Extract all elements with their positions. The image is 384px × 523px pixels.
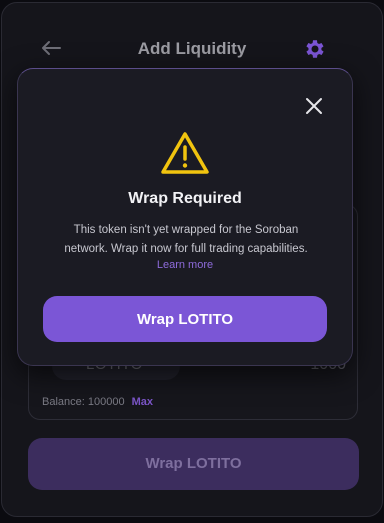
wrap-token-button-disabled[interactable]: Wrap LOTITO	[28, 438, 359, 490]
page: Add Liquidity LOTITO 1000 Balance: 10000…	[0, 0, 384, 523]
wrap-token-button[interactable]: Wrap LOTITO	[43, 296, 327, 342]
balance-label: Balance: 100000	[42, 396, 125, 408]
warning-triangle-icon	[161, 132, 209, 174]
max-button[interactable]: Max	[132, 396, 153, 408]
card-header: Add Liquidity	[2, 31, 382, 67]
close-icon[interactable]	[303, 95, 325, 117]
modal-description: This token isn't yet wrapped for the Sor…	[64, 224, 308, 255]
learn-more-link[interactable]: Learn more	[18, 259, 352, 271]
gear-icon[interactable]	[303, 37, 327, 61]
balance-row: Balance: 100000 Max	[42, 396, 153, 408]
wrap-required-modal: Wrap Required This token isn't yet wrapp…	[17, 68, 353, 366]
modal-title: Wrap Required	[128, 190, 242, 207]
